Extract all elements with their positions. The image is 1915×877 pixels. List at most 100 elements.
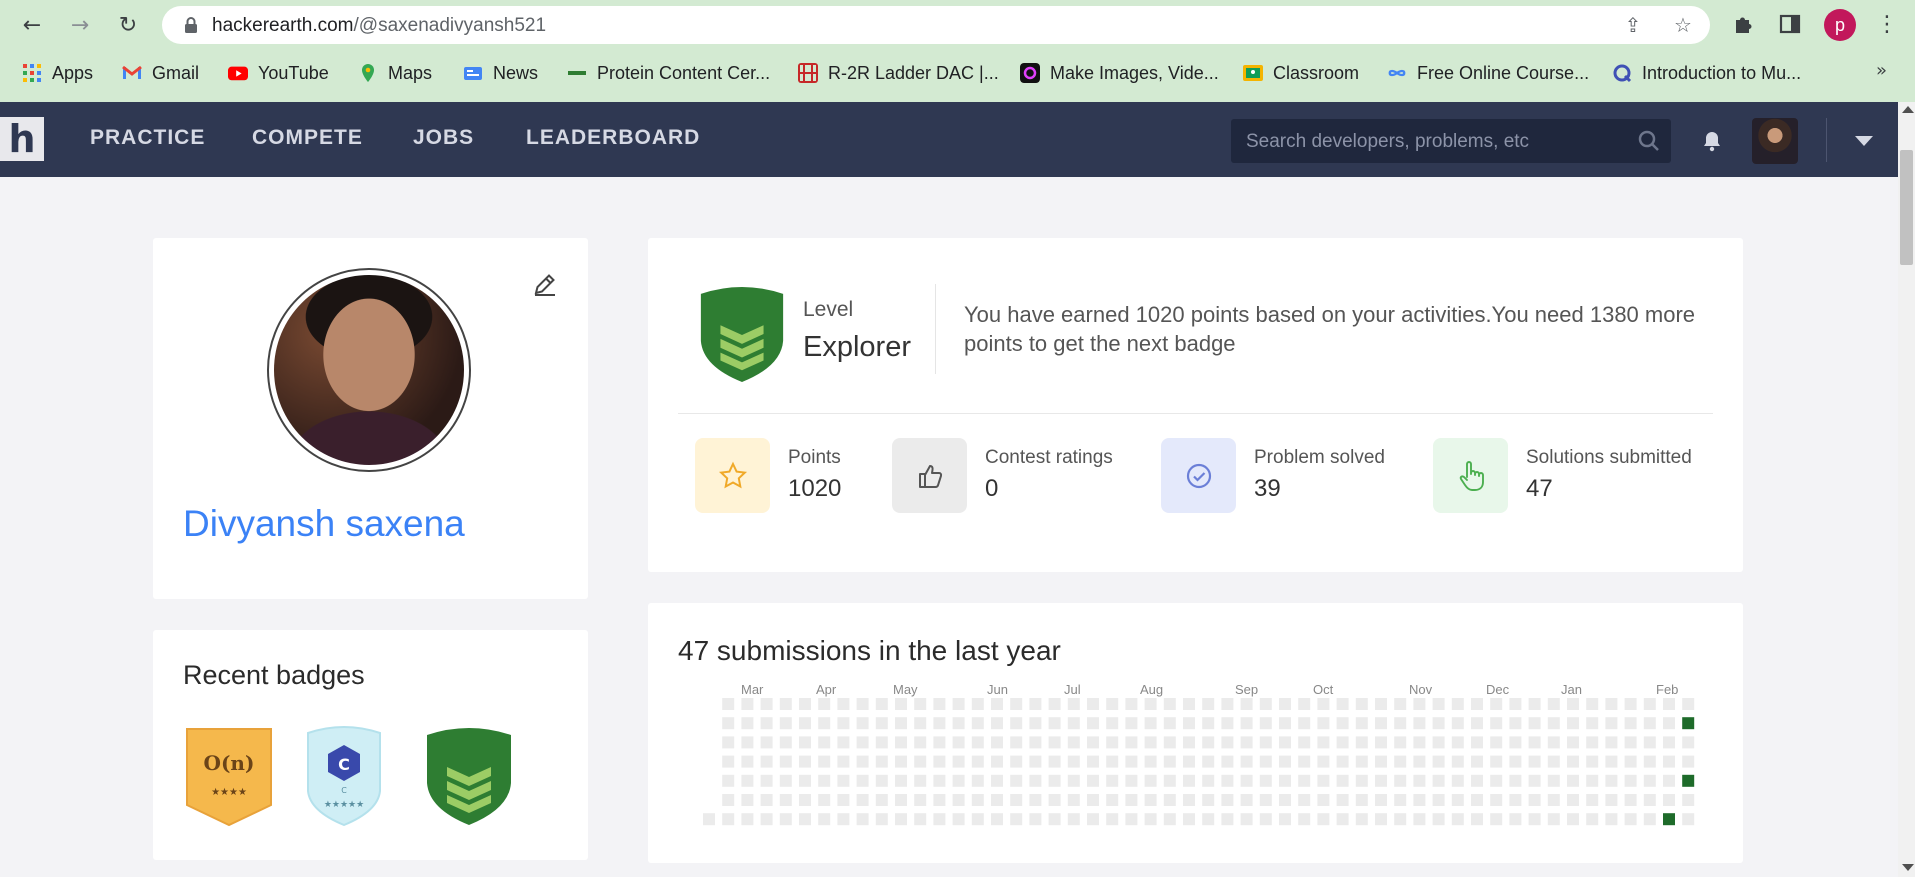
heatmap-cell[interactable] — [1087, 736, 1099, 749]
heatmap-cell[interactable] — [1010, 698, 1023, 710]
heatmap-cell[interactable] — [1413, 698, 1426, 710]
heatmap-cell[interactable] — [1048, 736, 1061, 749]
bookmark-free-course[interactable]: Free Online Course... — [1387, 60, 1589, 86]
heatmap-cell[interactable] — [1067, 698, 1080, 710]
heatmap-cell[interactable] — [1163, 717, 1176, 730]
heatmap-cell[interactable] — [914, 813, 927, 826]
bookmark-youtube[interactable]: YouTube — [228, 60, 329, 86]
heatmap-cell[interactable] — [952, 736, 965, 749]
heatmap-cell[interactable] — [818, 794, 831, 806]
heatmap-cell[interactable] — [1605, 813, 1618, 826]
heatmap-cell[interactable] — [837, 774, 850, 787]
heatmap-cell[interactable] — [1547, 717, 1560, 730]
heatmap-cell[interactable] — [914, 698, 927, 710]
heatmap-cell[interactable] — [1163, 813, 1176, 826]
heatmap-cell[interactable] — [1375, 736, 1387, 749]
heatmap-cell[interactable] — [1010, 813, 1023, 826]
heatmap-cell[interactable] — [1663, 755, 1675, 768]
heatmap-cell[interactable] — [1471, 794, 1483, 806]
bookmark-apps[interactable]: Apps — [22, 60, 93, 86]
heatmap-cell[interactable] — [837, 755, 850, 768]
scrollbar-thumb[interactable] — [1900, 150, 1913, 265]
heatmap-cell[interactable] — [1106, 813, 1119, 826]
heatmap-cell[interactable] — [991, 698, 1003, 710]
heatmap-cell[interactable] — [875, 794, 888, 806]
heatmap-cell[interactable] — [1490, 736, 1503, 749]
heatmap-cell[interactable] — [1375, 717, 1387, 730]
heatmap-cell[interactable] — [1413, 736, 1426, 749]
heatmap-cell[interactable] — [1355, 813, 1368, 826]
heatmap-cell[interactable] — [1547, 736, 1560, 749]
heatmap-cell[interactable] — [1067, 794, 1080, 806]
heatmap-cell[interactable] — [818, 736, 831, 749]
heatmap-cell[interactable] — [914, 774, 927, 787]
heatmap-cell[interactable] — [1528, 813, 1541, 826]
scroll-up-arrow-icon[interactable] — [1902, 106, 1914, 113]
heatmap-cell[interactable] — [779, 698, 792, 710]
heatmap-cell[interactable] — [1643, 794, 1656, 806]
heatmap-cell[interactable] — [1336, 736, 1349, 749]
heatmap-cell[interactable] — [1490, 755, 1503, 768]
heatmap-cell[interactable] — [1183, 755, 1195, 768]
heatmap-cell[interactable] — [1202, 736, 1215, 749]
heatmap-cell[interactable] — [1451, 717, 1464, 730]
heatmap-cell[interactable] — [1413, 717, 1426, 730]
heatmap-cell[interactable] — [1643, 736, 1656, 749]
heatmap-cell[interactable] — [1259, 794, 1272, 806]
heatmap-cell[interactable] — [1567, 794, 1579, 806]
heatmap-cell[interactable] — [722, 774, 735, 787]
heatmap-cell[interactable] — [1451, 774, 1464, 787]
heatmap-cell[interactable] — [1432, 813, 1445, 826]
heatmap-cell[interactable] — [1087, 794, 1099, 806]
heatmap-cell[interactable] — [1471, 717, 1483, 730]
heatmap-cell[interactable] — [1202, 717, 1215, 730]
heatmap-cell[interactable] — [741, 755, 754, 768]
heatmap-cell[interactable] — [952, 717, 965, 730]
heatmap-cell[interactable] — [760, 717, 773, 730]
heatmap-cell[interactable] — [1029, 698, 1042, 710]
heatmap-cell[interactable] — [1394, 813, 1407, 826]
heatmap-cell[interactable] — [1567, 736, 1579, 749]
heatmap-cell[interactable] — [1259, 813, 1272, 826]
heatmap-cell[interactable] — [1336, 717, 1349, 730]
heatmap-cell[interactable] — [971, 813, 984, 826]
heatmap-cell[interactable] — [1336, 755, 1349, 768]
heatmap-cell[interactable] — [856, 698, 869, 710]
heatmap-cell[interactable] — [1567, 813, 1579, 826]
heatmap-cell[interactable] — [1125, 698, 1138, 710]
heatmap-cell[interactable] — [1509, 755, 1522, 768]
heatmap-cell[interactable] — [1106, 717, 1119, 730]
bell-icon[interactable] — [1700, 129, 1724, 153]
heatmap-cell[interactable] — [1547, 755, 1560, 768]
heatmap-cell[interactable] — [1221, 774, 1234, 787]
heatmap-cell[interactable] — [1682, 698, 1695, 710]
heatmap-cell[interactable] — [1643, 717, 1656, 730]
heatmap-cell[interactable] — [875, 755, 888, 768]
heatmap-cell[interactable] — [1528, 755, 1541, 768]
heatmap-cell[interactable] — [1355, 698, 1368, 710]
heatmap-cell[interactable] — [1298, 736, 1311, 749]
heatmap-cell[interactable] — [1259, 774, 1272, 787]
heatmap-cell[interactable] — [1048, 717, 1061, 730]
heatmap-cell[interactable] — [799, 736, 811, 749]
heatmap-cell-active[interactable] — [1682, 717, 1695, 730]
heatmap-cell[interactable] — [1586, 774, 1599, 787]
extensions-puzzle-icon[interactable] — [1728, 9, 1758, 39]
heatmap-cell[interactable] — [1528, 794, 1541, 806]
heatmap-cell[interactable] — [1624, 755, 1637, 768]
heatmap-cell[interactable] — [971, 755, 984, 768]
bookmark-star-icon[interactable]: ☆ — [1672, 14, 1694, 36]
heatmap-cell[interactable] — [1547, 794, 1560, 806]
heatmap-cell[interactable] — [779, 717, 792, 730]
heatmap-cell[interactable] — [856, 794, 869, 806]
heatmap-cell[interactable] — [1375, 755, 1387, 768]
heatmap-cell[interactable] — [895, 794, 907, 806]
heatmap-cell[interactable] — [933, 774, 946, 787]
heatmap-cell[interactable] — [1144, 755, 1157, 768]
heatmap-cell[interactable] — [837, 698, 850, 710]
heatmap-cell[interactable] — [914, 717, 927, 730]
heatmap-cell[interactable] — [1048, 794, 1061, 806]
heatmap-cell[interactable] — [1240, 794, 1253, 806]
heatmap-cell[interactable] — [1643, 813, 1656, 826]
heatmap-cell[interactable] — [722, 755, 735, 768]
